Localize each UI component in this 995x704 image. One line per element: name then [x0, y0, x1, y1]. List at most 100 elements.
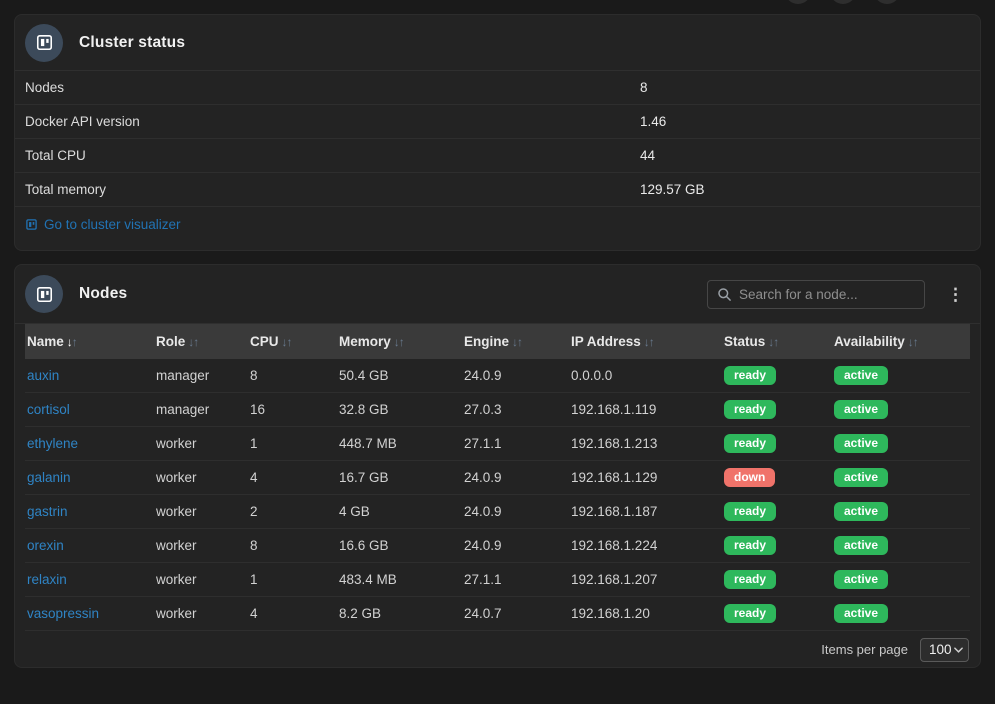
header-button-partial-2[interactable] [830, 0, 856, 4]
cell-availability: active [832, 434, 970, 453]
go-to-cluster-visualizer-link[interactable]: Go to cluster visualizer [25, 217, 181, 232]
cell-role: worker [154, 606, 248, 621]
nodes-table-body: auxinmanager850.4 GB24.0.90.0.0.0readyac… [25, 359, 970, 631]
chevron-down-icon [954, 647, 963, 653]
status-badge: ready [724, 570, 776, 589]
nodes-table-header: Name↓↑Role↓↑CPU↓↑Memory↓↑Engine↓↑IP Addr… [25, 324, 970, 359]
nodes-widget: Nodes ⋮ Name↓↑Role↓↑CPU↓↑Memory↓↑Engine↓… [14, 264, 981, 668]
node-name-link[interactable]: gastrin [27, 504, 68, 519]
column-label: Status [724, 334, 765, 349]
cluster-status-title: Cluster status [79, 34, 185, 52]
cell-cpu: 2 [248, 504, 337, 519]
sort-arrows-icon: ↓↑ [394, 335, 404, 349]
node-name-link[interactable]: cortisol [27, 402, 70, 417]
nodes-header: Nodes ⋮ [15, 265, 980, 324]
cluster-row-label: Nodes [25, 80, 64, 95]
node-row-gastrin: gastrinworker24 GB24.0.9192.168.1.187rea… [25, 495, 970, 529]
items-per-page-select[interactable]: 100 [920, 638, 969, 662]
cell-status: ready [722, 536, 832, 555]
status-badge: down [724, 468, 775, 487]
cluster-row-label: Total memory [25, 182, 106, 197]
cell-ip: 0.0.0.0 [569, 368, 722, 383]
cell-engine: 27.0.3 [462, 402, 569, 417]
cluster-row-value: 44 [640, 148, 655, 163]
column-label: IP Address [571, 334, 641, 349]
cell-ip: 192.168.1.207 [569, 572, 722, 587]
cell-role: worker [154, 538, 248, 553]
cluster-status-widget: Cluster status Nodes 8 Docker API version1… [14, 14, 981, 251]
cluster-status-row: Nodes 8 [15, 71, 980, 105]
cell-availability: active [832, 502, 970, 521]
column-header-cpu[interactable]: CPU↓↑ [248, 334, 337, 349]
cell-role: manager [154, 402, 248, 417]
column-header-name[interactable]: Name↓↑ [25, 334, 154, 349]
go-to-cluster-visualizer-label: Go to cluster visualizer [44, 217, 181, 232]
availability-badge: active [834, 434, 888, 453]
cell-status: down [722, 468, 832, 487]
cell-name: cortisol [25, 402, 154, 417]
cell-name: vasopressin [25, 606, 154, 621]
cell-cpu: 4 [248, 470, 337, 485]
status-badge: ready [724, 434, 776, 453]
nodes-title: Nodes [79, 285, 127, 303]
column-header-ip-address[interactable]: IP Address↓↑ [569, 334, 722, 349]
node-row-vasopressin: vasopressinworker48.2 GB24.0.7192.168.1.… [25, 597, 970, 631]
availability-badge: active [834, 502, 888, 521]
sort-arrows-icon: ↓↑ [908, 335, 918, 349]
more-options-kebab-icon[interactable]: ⋮ [941, 282, 970, 307]
cluster-row-label: Total CPU [25, 148, 86, 163]
widget-board-icon [25, 24, 63, 62]
cell-role: worker [154, 504, 248, 519]
cell-name: relaxin [25, 572, 154, 587]
column-label: Name [27, 334, 64, 349]
cell-engine: 24.0.9 [462, 504, 569, 519]
cluster-status-row: Total CPU 44 [15, 139, 980, 173]
availability-badge: active [834, 468, 888, 487]
cell-name: orexin [25, 538, 154, 553]
sort-arrows-icon: ↓↑ [282, 335, 292, 349]
status-badge: ready [724, 400, 776, 419]
cell-availability: active [832, 468, 970, 487]
items-per-page-label: Items per page [821, 642, 908, 657]
cell-status: ready [722, 434, 832, 453]
column-header-memory[interactable]: Memory↓↑ [337, 334, 462, 349]
column-header-availability[interactable]: Availability↓↑ [832, 334, 970, 349]
items-per-page-value: 100 [929, 642, 952, 657]
node-row-orexin: orexinworker816.6 GB24.0.9192.168.1.224r… [25, 529, 970, 563]
search-icon [717, 287, 732, 302]
cluster-status-row: Total memory129.57 GB [15, 173, 980, 207]
node-name-link[interactable]: orexin [27, 538, 64, 553]
column-label: Role [156, 334, 185, 349]
column-label: CPU [250, 334, 279, 349]
cluster-status-row: Docker API version1.46 [15, 105, 980, 139]
node-name-link[interactable]: galanin [27, 470, 71, 485]
cell-name: ethylene [25, 436, 154, 451]
node-name-link[interactable]: relaxin [27, 572, 67, 587]
header-button-partial-3[interactable] [874, 0, 900, 4]
cluster-row-value: 8 [640, 80, 648, 95]
cluster-status-header: Cluster status [15, 15, 980, 71]
cell-ip: 192.168.1.224 [569, 538, 722, 553]
status-badge: ready [724, 536, 776, 555]
node-name-link[interactable]: vasopressin [27, 606, 99, 621]
node-name-link[interactable]: ethylene [27, 436, 78, 451]
column-header-engine[interactable]: Engine↓↑ [462, 334, 569, 349]
status-badge: ready [724, 502, 776, 521]
status-badge: ready [724, 604, 776, 623]
node-name-link[interactable]: auxin [27, 368, 59, 383]
column-header-role[interactable]: Role↓↑ [154, 334, 248, 349]
sort-arrows-icon: ↓↑ [768, 335, 778, 349]
node-search-box [707, 280, 925, 309]
header-button-partial-1[interactable] [785, 0, 811, 4]
node-row-auxin: auxinmanager850.4 GB24.0.90.0.0.0readyac… [25, 359, 970, 393]
node-search-input[interactable] [739, 287, 915, 302]
cell-cpu: 1 [248, 572, 337, 587]
cluster-row-label: Docker API version [25, 114, 140, 129]
cell-cpu: 1 [248, 436, 337, 451]
column-header-status[interactable]: Status↓↑ [722, 334, 832, 349]
sort-arrows-icon: ↓↑ [67, 335, 77, 349]
cell-availability: active [832, 536, 970, 555]
availability-badge: active [834, 400, 888, 419]
cell-memory: 4 GB [337, 504, 462, 519]
cell-availability: active [832, 570, 970, 589]
